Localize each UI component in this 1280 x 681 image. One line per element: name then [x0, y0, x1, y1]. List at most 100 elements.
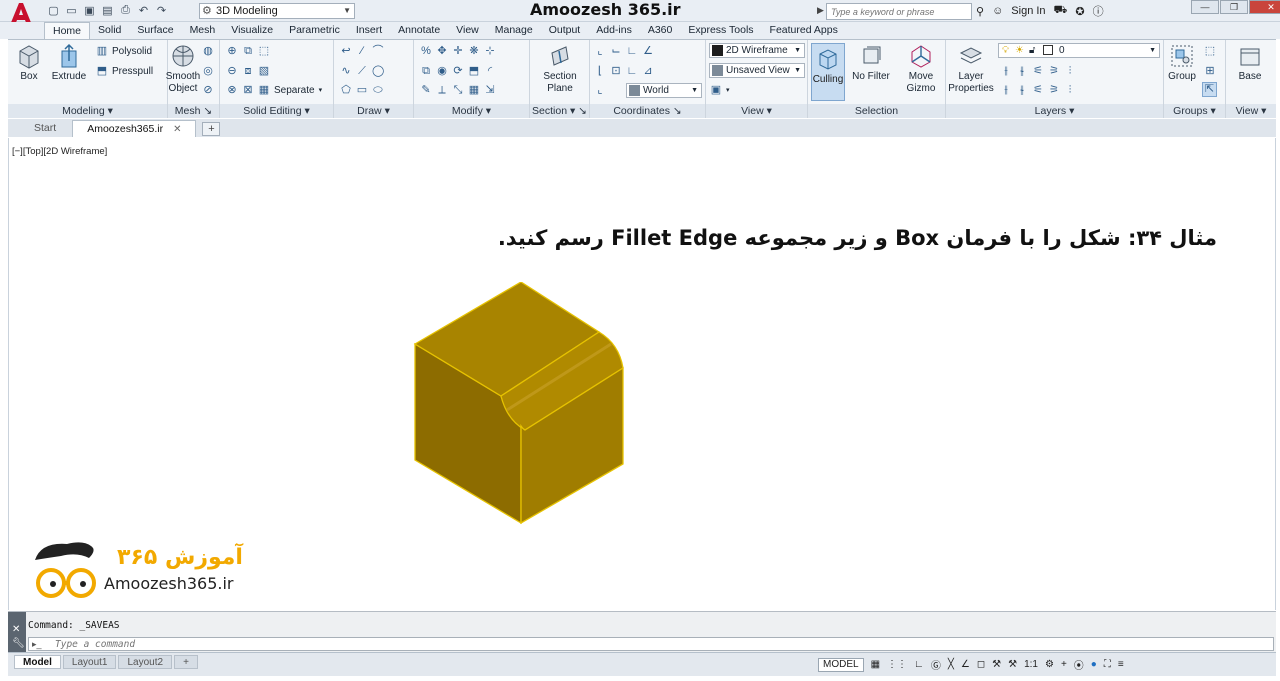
fullscreen-icon[interactable]: ⛶ [1104, 659, 1111, 670]
sign-in-link[interactable]: Sign In [1011, 5, 1045, 17]
panel-title-mesh[interactable]: Mesh ↘ [168, 104, 219, 118]
arc-icon[interactable]: ⌒ [372, 45, 384, 57]
isolate-icon[interactable]: ⦿ [1074, 657, 1084, 672]
slice-icon[interactable]: ⧉ [242, 45, 254, 57]
ucs-icon[interactable]: ⌞ [594, 45, 606, 57]
new-icon[interactable]: ▢ [46, 3, 61, 18]
add-layout-button[interactable]: + [174, 655, 198, 669]
cart-icon[interactable]: ⛟ [1054, 4, 1068, 18]
close-icon[interactable]: ✕ [173, 124, 181, 135]
xline-icon[interactable]: ⟋ [356, 65, 368, 77]
annotation-scale[interactable]: 1:1 [1024, 659, 1038, 670]
stretch-icon[interactable]: ⇲ [484, 84, 496, 96]
ucs-3point-icon[interactable]: ⌊ [594, 65, 606, 77]
scale-icon[interactable]: ⤡ [452, 84, 464, 96]
layer-unisolate-icon[interactable]: ⫳ [1016, 65, 1028, 77]
tab-output[interactable]: Output [541, 22, 589, 39]
save-icon[interactable]: ▣ [82, 3, 97, 18]
offset-edges-icon[interactable]: ▧ [258, 65, 270, 77]
subtract-icon[interactable]: ⊖ [226, 65, 238, 77]
mesh-collapse-icon[interactable]: ⊘ [202, 84, 214, 96]
panel-title-groups[interactable]: Groups ▾ [1164, 104, 1225, 118]
grid-icon[interactable]: ▦ [871, 659, 880, 670]
command-line-handle[interactable]: ✕ 🔧︎ [8, 612, 26, 653]
3d-array-icon[interactable]: ◉ [436, 65, 448, 77]
layer-lock-icon[interactable]: ⫶ [1064, 84, 1076, 96]
polysolid-button[interactable]: ▥ Polysolid [96, 45, 152, 57]
base-view-button[interactable]: Base [1232, 43, 1268, 83]
polyline-icon[interactable]: ↩ [340, 45, 352, 57]
layer-previous-icon[interactable]: ⫳ [1016, 84, 1028, 96]
polygon-icon[interactable]: ⬠ [340, 84, 352, 96]
box-button[interactable]: Box [10, 43, 48, 83]
copy-icon[interactable]: ⧉ [420, 65, 432, 77]
union-icon[interactable]: ⊕ [226, 45, 238, 57]
mirror3d-icon[interactable]: ⬒ [468, 65, 480, 77]
close-icon[interactable]: ✕ [12, 624, 20, 635]
hardware-accel-icon[interactable]: ● [1091, 659, 1097, 670]
model-space-button[interactable]: MODEL [818, 657, 864, 672]
ucs-named-icon[interactable]: ⌞ [594, 84, 606, 96]
layer-freeze-icon[interactable]: ⚟ [1032, 65, 1044, 77]
tab-parametric[interactable]: Parametric [281, 22, 348, 39]
extrude-button[interactable]: Extrude [50, 43, 88, 83]
move-gizmo-button[interactable]: Move Gizmo [900, 43, 942, 95]
help-icon[interactable]: ⓘ [1093, 3, 1104, 19]
ucs-origin-icon[interactable]: ⌙ [610, 45, 622, 57]
tab-annotate[interactable]: Annotate [390, 22, 448, 39]
print-icon[interactable]: ⎙ [118, 3, 133, 18]
interfere-icon[interactable]: ⧈ [242, 65, 254, 77]
panel-title-modeling[interactable]: Modeling ▾ [8, 104, 167, 118]
no-filter-button[interactable]: No Filter [850, 43, 892, 83]
search-input[interactable] [826, 3, 972, 20]
layer-make-current-icon[interactable]: ⫲ [1000, 84, 1012, 96]
3d-rotate-icon[interactable]: ❋ [468, 45, 480, 57]
trim-icon[interactable]: ⊹ [484, 45, 496, 57]
tab-add-ins[interactable]: Add-ins [588, 22, 640, 39]
section-plane-button[interactable]: Section Plane [539, 43, 581, 95]
panel-title-coordinates[interactable]: Coordinates ↘ [590, 104, 705, 118]
wrench-icon[interactable]: 🔧︎ [12, 638, 25, 649]
user-icon[interactable]: ☺ [992, 5, 1003, 17]
rotate-icon[interactable]: ⟳ [452, 65, 464, 77]
group-edit-icon[interactable]: ⊞ [1204, 65, 1216, 77]
thicken-icon[interactable]: ⊠ [242, 84, 254, 96]
explode-icon[interactable]: % [420, 45, 432, 57]
tab-home[interactable]: Home [44, 22, 91, 39]
minimize-button[interactable]: — [1191, 0, 1219, 14]
command-input[interactable] [28, 637, 1274, 651]
ucs-world-dropdown[interactable]: World ▼ [626, 83, 702, 98]
ellipse-icon[interactable]: ⬭ [372, 84, 384, 96]
erase-icon[interactable]: ✎ [420, 84, 432, 96]
ortho-icon[interactable]: ∟ [914, 659, 924, 670]
align-icon[interactable]: ⟂ [436, 84, 448, 96]
panel-title-layers[interactable]: Layers ▾ [946, 104, 1163, 118]
tab-solid[interactable]: Solid [90, 22, 129, 39]
mesh-refine-icon[interactable]: ◍ [202, 45, 214, 57]
gear-icon[interactable]: ⚙ [1045, 659, 1054, 670]
panel-title-view[interactable]: View ▾ [706, 104, 807, 118]
filleted-box-model[interactable] [405, 282, 635, 532]
panel-title-selection[interactable]: Selection [808, 104, 945, 118]
snap-icon[interactable]: ⋮⋮ [887, 659, 907, 670]
panel-title-section[interactable]: Section ▾ ↘ [530, 104, 589, 118]
undo-icon[interactable]: ↶ [136, 3, 151, 18]
drawing-viewport[interactable]: [−][Top][2D Wireframe] مثال ۳۴: شکل را ب… [8, 138, 1276, 610]
binoculars-icon[interactable]: ⚲ [976, 5, 984, 18]
panel-title-view-base[interactable]: View ▾ [1226, 104, 1276, 118]
panel-title-modify[interactable]: Modify ▾ [414, 104, 529, 118]
presspull-button[interactable]: ⬒ Presspull [96, 65, 153, 77]
tab-insert[interactable]: Insert [348, 22, 390, 39]
customize-icon[interactable]: ≡ [1118, 659, 1124, 670]
rectangle-icon[interactable]: ▭ [356, 84, 368, 96]
viewport-controls-label[interactable]: [−][Top][2D Wireframe] [12, 146, 107, 157]
line-icon[interactable]: ∕ [356, 45, 368, 57]
plus-icon[interactable]: + [1061, 659, 1067, 670]
object-snap-icon[interactable]: ◻ [977, 659, 985, 670]
panel-title-solid-editing[interactable]: Solid Editing ▾ [220, 104, 333, 118]
group-button[interactable]: Group [1164, 43, 1200, 83]
workspace-dropdown[interactable]: ⚙ 3D Modeling ▼ [199, 3, 355, 19]
close-button[interactable]: ✕ [1249, 0, 1280, 14]
mesh-crease-icon[interactable]: ◎ [202, 65, 214, 77]
separate-button[interactable]: ⊗ ⊠ ▦ Separate ▾ [226, 84, 322, 96]
